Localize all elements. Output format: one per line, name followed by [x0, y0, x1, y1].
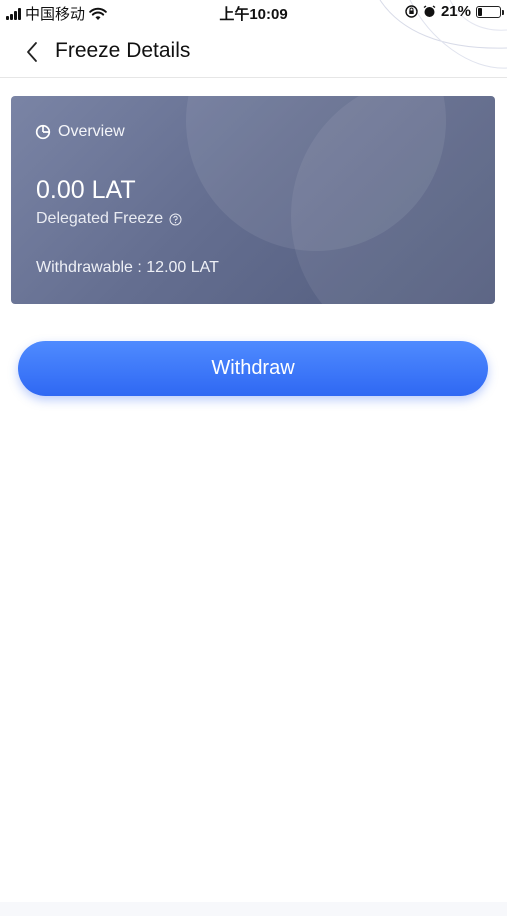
pie-chart-icon	[35, 124, 51, 140]
chevron-left-icon	[27, 42, 37, 62]
withdraw-button[interactable]: Withdraw	[18, 341, 488, 396]
status-right: 21%	[405, 3, 504, 20]
withdrawable-amount: Withdrawable : 12.00 LAT	[36, 259, 219, 276]
bottom-area	[0, 902, 507, 916]
alarm-icon	[423, 5, 436, 17]
status-bar: 中国移动 上午10:09 21%	[0, 0, 507, 26]
overview-label: Overview	[58, 123, 125, 140]
delegated-freeze-row: Delegated Freeze	[36, 210, 182, 228]
nav-bar: Freeze Details	[0, 26, 507, 78]
battery-percent: 21%	[440, 3, 471, 20]
back-button[interactable]	[18, 38, 46, 66]
delegated-freeze-label: Delegated Freeze	[36, 210, 164, 227]
battery-level	[478, 7, 483, 16]
overview-header: Overview	[35, 123, 125, 141]
frozen-amount: 0.00 LAT	[36, 176, 136, 204]
battery-icon	[476, 5, 504, 18]
page-title: Freeze Details	[55, 39, 191, 62]
overview-card: Overview 0.00 LAT Delegated Freeze Withd…	[11, 96, 495, 304]
orientation-lock-icon	[405, 5, 418, 18]
question-circle-icon[interactable]	[169, 213, 182, 226]
